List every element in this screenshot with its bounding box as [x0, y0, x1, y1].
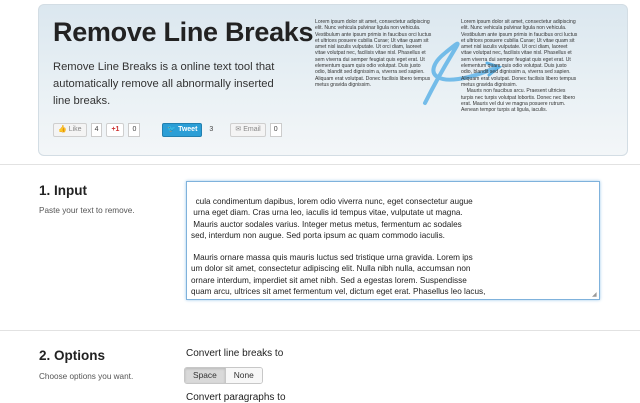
convert-line-breaks-label: Convert line breaks to	[186, 348, 284, 359]
page-title: Remove Line Breaks	[53, 17, 314, 47]
facebook-like-button[interactable]: 👍 Like	[53, 123, 87, 137]
envelope-icon: ✉	[235, 126, 242, 133]
options-section-title: 2. Options	[39, 348, 106, 363]
tweet-button[interactable]: 🐦 Tweet	[162, 123, 203, 137]
sample-text-after: Lorem ipsum dolor sit amet, consectetur …	[461, 19, 578, 114]
input-section-title: 1. Input	[39, 183, 87, 198]
option-space-button[interactable]: Space	[185, 368, 226, 383]
share-bar: 👍 Like 4 +1 0 🐦 Tweet 3 ✉ Email 0	[53, 123, 282, 137]
email-share-button[interactable]: ✉ Email	[230, 123, 266, 137]
input-section-subtitle: Paste your text to remove.	[39, 206, 135, 215]
thumbs-up-icon: 👍	[58, 126, 67, 133]
convert-paragraphs-label: Convert paragraphs to	[186, 392, 286, 403]
tweet-count: 3	[209, 126, 214, 133]
input-textarea[interactable]: cula condimentum dapibus, lorem odio viv…	[186, 181, 600, 300]
section-divider	[0, 164, 640, 165]
like-count: 4	[90, 123, 103, 137]
email-count: 0	[269, 123, 282, 137]
gplus-count: 0	[128, 123, 141, 137]
input-text: cula condimentum dapibus, lorem odio viv…	[191, 197, 486, 296]
google-plus-button[interactable]: +1	[106, 123, 125, 137]
resize-handle-icon[interactable]: ◢	[592, 292, 598, 298]
hero-banner: Remove Line Breaks Remove Line Breaks is…	[38, 4, 628, 156]
twitter-bird-icon: 🐦	[167, 126, 177, 133]
tool-description: Remove Line Breaks is a online text tool…	[53, 61, 275, 107]
option-none-button[interactable]: None	[225, 368, 262, 383]
options-section-subtitle: Choose options you want.	[39, 372, 134, 381]
line-break-toggle: Space None	[184, 367, 263, 384]
section-divider	[0, 330, 640, 331]
